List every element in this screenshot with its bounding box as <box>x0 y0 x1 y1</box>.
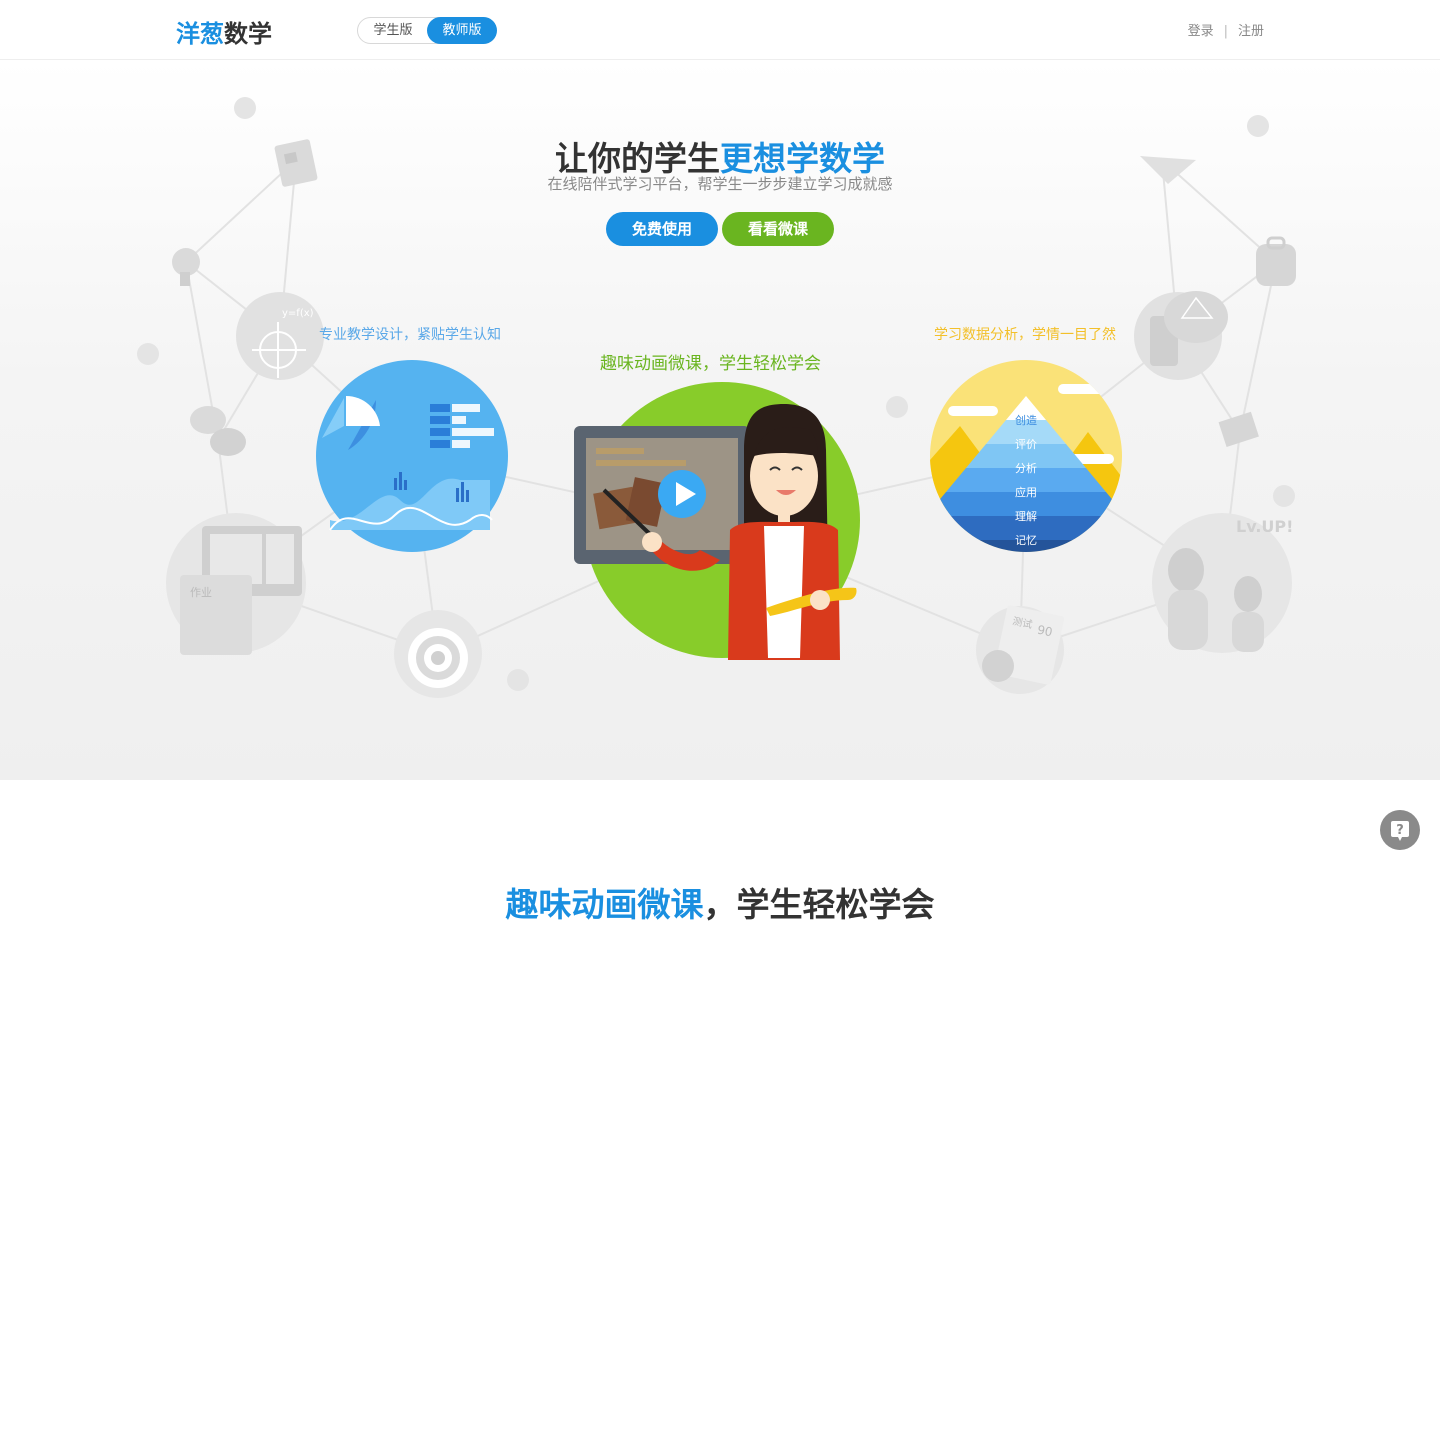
logo[interactable]: 洋葱数学 <box>176 14 272 49</box>
pyramid-level-label: 分析 <box>1015 461 1037 475</box>
formula-label: y=f(x) <box>282 308 314 319</box>
section-title-rest: ，学生轻松学会 <box>703 885 935 924</box>
top-navbar: 洋葱数学 学生版 教师版 登录 | 注册 <box>0 0 1440 60</box>
chat-bubbles-icon <box>190 406 246 456</box>
logo-text-part1: 洋葱 <box>176 20 224 48</box>
login-link[interactable]: 登录 <box>1188 24 1214 39</box>
version-switch: 学生版 教师版 <box>357 17 497 44</box>
section-title: 趣味动画微课，学生轻松学会 <box>0 878 1440 926</box>
auth-separator: | <box>1223 24 1228 39</box>
target-icon <box>394 610 482 698</box>
hero-banner: y=f(x) 作业 Lv.UP! 测试 90 创造 评价 分析 应用 理解 记忆… <box>0 60 1440 780</box>
hero-subtitle: 在线陪伴式学习平台，帮学生一步步建立学习成就感 <box>547 175 893 193</box>
levelup-icon: Lv.UP! <box>1152 513 1293 653</box>
student-version-tab[interactable]: 学生版 <box>358 17 428 44</box>
flag-icon <box>1218 411 1259 447</box>
feature-caption-microclass: 趣味动画微课，学生轻松学会 <box>600 354 821 374</box>
logo-text-part2: 数学 <box>224 20 272 48</box>
levelup-label: Lv.UP! <box>1236 517 1293 536</box>
teacher-video-illustration <box>574 382 860 660</box>
watch-microclass-button[interactable]: 看看微课 <box>722 212 834 246</box>
feature-caption-data-analysis: 学习数据分析，学情一目了然 <box>934 327 1116 343</box>
teacher-version-tab[interactable]: 教师版 <box>427 17 497 44</box>
section-title-highlight: 趣味动画微课 <box>505 885 704 924</box>
compass-graph-icon: y=f(x) <box>236 292 324 380</box>
homework-label: 作业 <box>190 586 212 599</box>
pyramid-level-label: 创造 <box>1015 413 1037 427</box>
pyramid-level-label: 应用 <box>1015 485 1037 499</box>
data-pyramid-illustration: 创造 评价 分析 应用 理解 记忆 <box>930 360 1122 552</box>
svg-text:?: ? <box>1396 823 1404 838</box>
geometry-card-icon <box>1134 291 1228 380</box>
free-use-button[interactable]: 免费使用 <box>606 212 718 246</box>
help-question-icon: ? <box>1391 821 1409 841</box>
pyramid-level-label: 评价 <box>1015 438 1037 451</box>
teaching-design-illustration <box>316 360 508 552</box>
backpack-icon <box>1256 236 1296 286</box>
help-button[interactable]: ? <box>1380 810 1420 850</box>
pyramid-level-label: 理解 <box>1015 509 1037 523</box>
test-paper-icon: 测试 90 <box>976 605 1065 694</box>
feature-caption-teaching-design: 专业教学设计，紧贴学生认知 <box>319 327 501 343</box>
lightbulb-icon <box>172 248 200 286</box>
register-link[interactable]: 注册 <box>1238 24 1264 39</box>
auth-links: 登录 | 注册 <box>1188 20 1264 39</box>
pyramid-level-label: 记忆 <box>1015 534 1037 547</box>
homework-icon: 作业 <box>166 513 306 655</box>
